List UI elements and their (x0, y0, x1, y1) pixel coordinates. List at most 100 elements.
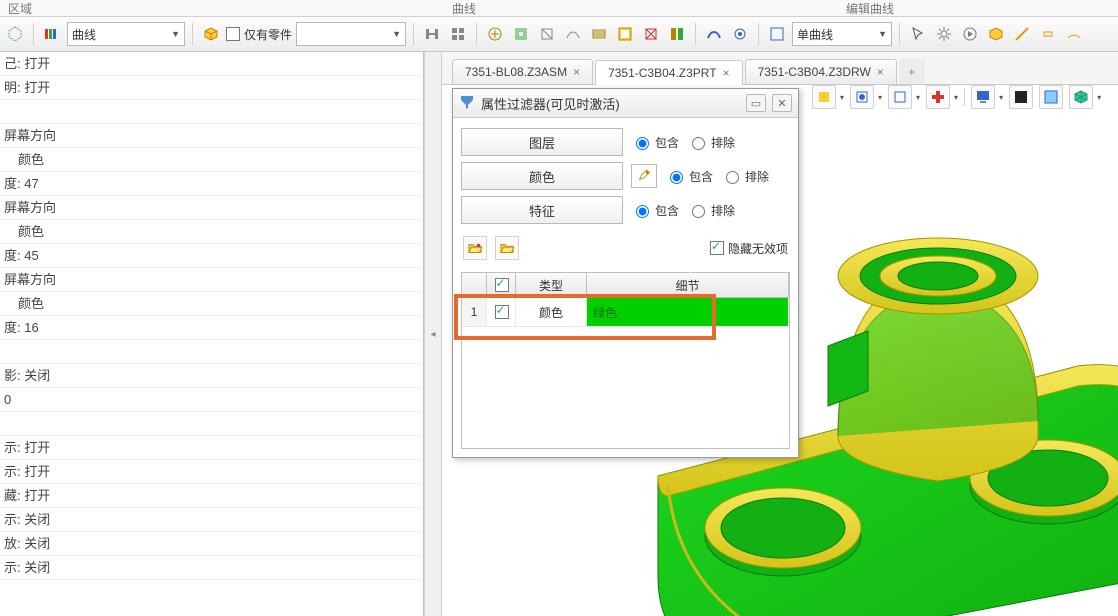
layer-include-radio[interactable]: 包含 (631, 134, 679, 151)
tool-icon-4[interactable] (510, 23, 532, 45)
single-curve-combo[interactable]: 单曲线▼ (792, 22, 892, 46)
filter-icon (459, 94, 475, 113)
property-filter-dialog: 属性过滤器(可见时激活) ▭ ✕ 图层 包含 排除 颜色 包含 排 (452, 88, 799, 458)
property-row[interactable]: 屏幕方向 (0, 196, 423, 220)
grid-header-type[interactable]: 类型 (516, 273, 587, 297)
close-icon[interactable]: × (573, 65, 580, 79)
grid-row-type: 颜色 (516, 298, 587, 326)
filter-color-button[interactable]: 颜色 (461, 162, 623, 190)
tab-label: 7351-C3B04.Z3PRT (608, 66, 717, 80)
close-icon[interactable]: × (723, 66, 730, 80)
property-row[interactable]: 示: 打开 (0, 436, 423, 460)
grid-header-detail[interactable]: 细节 (587, 273, 789, 297)
vt-icon-7[interactable] (1039, 85, 1063, 109)
curve-combo[interactable]: 曲线▼ (67, 22, 185, 46)
property-panel: 己: 打开明: 打开屏幕方向颜色度: 47屏幕方向颜色度: 45屏幕方向颜色度:… (0, 52, 424, 616)
tab-label: 7351-C3B04.Z3DRW (758, 65, 871, 79)
property-row[interactable]: 己: 打开 (0, 52, 423, 76)
tool-icon-8[interactable] (614, 23, 636, 45)
property-row[interactable]: 示: 打开 (0, 460, 423, 484)
property-row[interactable]: 放: 关闭 (0, 532, 423, 556)
property-list[interactable]: 己: 打开明: 打开屏幕方向颜色度: 47屏幕方向颜色度: 45屏幕方向颜色度:… (0, 52, 423, 616)
property-row[interactable]: 明: 打开 (0, 76, 423, 100)
tool-icon-13[interactable] (766, 23, 788, 45)
vt-icon-8[interactable] (1069, 85, 1093, 109)
parts-only-label: 仅有零件 (244, 26, 292, 43)
color-bars-icon[interactable] (41, 23, 63, 45)
vt-icon-2[interactable] (850, 85, 874, 109)
property-row[interactable]: 度: 16 (0, 316, 423, 340)
tool-icon-12[interactable] (729, 23, 751, 45)
hide-invalid-checkbox[interactable]: 隐藏无效项 (710, 240, 788, 257)
parts-combo[interactable]: ▼ (296, 22, 406, 46)
eyedropper-icon[interactable] (631, 164, 657, 188)
vt-icon-3[interactable] (888, 85, 912, 109)
dialog-close-button[interactable]: ✕ (772, 94, 792, 112)
property-row[interactable]: 颜色 (0, 292, 423, 316)
tool-icon-2[interactable] (447, 23, 469, 45)
vt-icon-4[interactable] (926, 85, 950, 109)
line-icon[interactable] (1011, 23, 1033, 45)
filter-feature-button[interactable]: 特征 (461, 196, 623, 224)
property-row[interactable]: 屏幕方向 (0, 124, 423, 148)
layer-exclude-radio[interactable]: 排除 (687, 134, 735, 151)
document-tab[interactable]: 7351-C3B04.Z3PRT × (595, 60, 743, 85)
vt-icon-1[interactable] (812, 85, 836, 109)
grid-check-all[interactable] (487, 273, 516, 297)
play-icon[interactable] (959, 23, 981, 45)
color-include-radio[interactable]: 包含 (665, 168, 713, 185)
box-icon[interactable] (200, 23, 222, 45)
document-tabs: 7351-BL08.Z3ASM×7351-C3B04.Z3PRT×7351-C3… (442, 52, 1118, 85)
property-row[interactable]: 度: 45 (0, 244, 423, 268)
dialog-title: 属性过滤器(可见时激活) (481, 94, 620, 113)
feature-include-radio[interactable]: 包含 (631, 202, 679, 219)
property-row[interactable]: 颜色 (0, 220, 423, 244)
property-row[interactable] (0, 340, 423, 364)
tool-icon-3[interactable] (484, 23, 506, 45)
panel-header: 区域 曲线 编辑曲线 (0, 0, 1118, 17)
gear-icon[interactable] (933, 23, 955, 45)
tool-icon-6[interactable] (562, 23, 584, 45)
document-tab[interactable]: 7351-BL08.Z3ASM× (452, 59, 593, 84)
feature-exclude-radio[interactable]: 排除 (687, 202, 735, 219)
grid-row-check[interactable] (487, 298, 516, 326)
arc-icon[interactable] (1063, 23, 1085, 45)
grid-row[interactable]: 1颜色绿色 (462, 298, 789, 327)
new-tab-button[interactable]: + (899, 59, 925, 84)
property-row[interactable]: 示: 关闭 (0, 508, 423, 532)
collapse-handle[interactable]: ◂ (424, 52, 442, 616)
property-row[interactable] (0, 412, 423, 436)
property-row[interactable]: 示: 关闭 (0, 556, 423, 580)
color-exclude-radio[interactable]: 排除 (721, 168, 769, 185)
folder-open-icon[interactable] (463, 236, 487, 260)
tool-icon-11[interactable] (703, 23, 725, 45)
close-icon[interactable]: × (877, 65, 884, 79)
property-row[interactable]: 度: 47 (0, 172, 423, 196)
folder-icon[interactable] (495, 236, 519, 260)
dialog-collapse-button[interactable]: ▭ (746, 94, 766, 112)
cube-icon[interactable] (985, 23, 1007, 45)
tool-icon-1[interactable] (421, 23, 443, 45)
tool-icon-7[interactable] (588, 23, 610, 45)
tool-icon-10[interactable] (666, 23, 688, 45)
property-row[interactable]: 0 (0, 388, 423, 412)
hexagon-icon[interactable] (4, 23, 26, 45)
vt-icon-6[interactable] (1009, 85, 1033, 109)
property-row[interactable]: 藏: 打开 (0, 484, 423, 508)
document-tab[interactable]: 7351-C3B04.Z3DRW × (745, 59, 897, 84)
viewport[interactable]: 7351-BL08.Z3ASM×7351-C3B04.Z3PRT×7351-C3… (442, 52, 1118, 616)
property-row[interactable] (0, 100, 423, 124)
cursor-icon[interactable] (907, 23, 929, 45)
tool-icon-5[interactable] (536, 23, 558, 45)
property-row[interactable]: 颜色 (0, 148, 423, 172)
dialog-titlebar[interactable]: 属性过滤器(可见时激活) ▭ ✕ (453, 89, 798, 118)
property-row[interactable]: 屏幕方向 (0, 268, 423, 292)
filter-grid: 类型 细节 1颜色绿色 (461, 272, 790, 449)
rect-small-icon[interactable] (1037, 23, 1059, 45)
parts-only-checkbox[interactable]: 仅有零件 (226, 26, 292, 43)
vt-icon-5[interactable] (971, 85, 995, 109)
filter-layer-button[interactable]: 图层 (461, 128, 623, 156)
hdr-right: 编辑曲线 (846, 0, 894, 16)
tool-icon-9[interactable] (640, 23, 662, 45)
property-row[interactable]: 影: 关闭 (0, 364, 423, 388)
